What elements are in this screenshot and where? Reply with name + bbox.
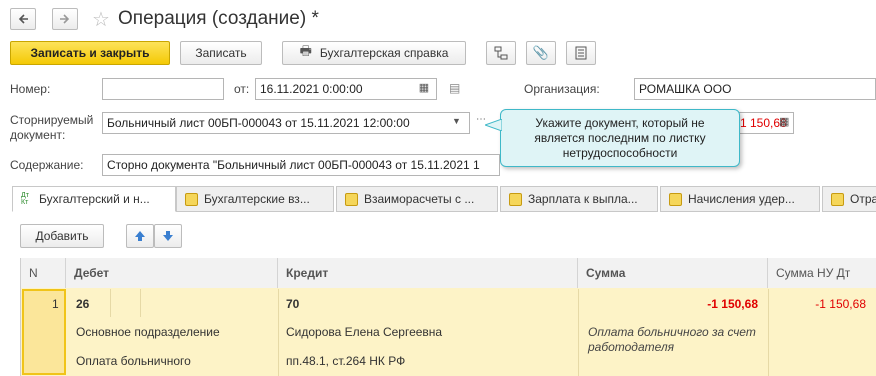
forward-button[interactable] <box>52 8 78 30</box>
move-up-button[interactable] <box>126 224 154 248</box>
save-and-close-button[interactable]: Записать и закрыть <box>10 41 170 65</box>
sum-value[interactable]: -1 150,68 <box>707 297 758 311</box>
register-icon <box>345 192 358 206</box>
row-number: 1 <box>52 297 59 311</box>
column-header-n[interactable]: N <box>21 258 66 288</box>
date-field[interactable]: 16.11.2021 0:00:00 <box>255 78 437 100</box>
tab-label: Взаиморасчеты с ... <box>364 192 475 206</box>
tooltip-text: Укажите документ, который не является по… <box>534 115 706 160</box>
favorite-star-icon[interactable]: ☆ <box>92 7 110 32</box>
tab-label: Отра <box>850 192 876 206</box>
page-title: Операция (создание) * <box>118 8 319 29</box>
save-button[interactable]: Записать <box>180 41 262 65</box>
structure-button[interactable] <box>486 41 516 65</box>
tab-label: Бухгалтерские вз... <box>204 192 310 206</box>
row-divider-nu <box>768 289 769 376</box>
register-icon <box>509 192 522 206</box>
validation-tooltip: Укажите документ, который не является по… <box>500 109 740 167</box>
row-divider-debit <box>110 289 111 317</box>
number-field[interactable] <box>102 78 224 100</box>
content-label: Содержание: <box>10 158 84 172</box>
storno-label-line2: документ: <box>10 128 66 142</box>
document-list-icon <box>575 46 587 60</box>
arrow-down-icon <box>163 231 173 241</box>
calculator-icon[interactable]: ▦ <box>779 115 789 128</box>
tab-reflection[interactable]: Отра <box>822 186 876 212</box>
arrow-left-icon <box>18 14 28 24</box>
debit-subconto-2[interactable]: Оплата больничного <box>76 354 191 368</box>
debit-account[interactable]: 26 <box>76 297 89 311</box>
content-field[interactable]: Сторно документа "Больничный лист 00БП-0… <box>102 154 500 176</box>
tab-accruals[interactable]: Начисления удер... <box>660 186 820 212</box>
date-from-label: от: <box>234 82 250 96</box>
arrow-up-icon <box>135 231 145 241</box>
tab-label: Начисления удер... <box>688 192 795 206</box>
register-icon <box>185 192 198 206</box>
column-header-sum[interactable]: Сумма <box>578 258 768 288</box>
arrow-right-icon <box>60 14 70 24</box>
column-header-debit[interactable]: Дебет <box>66 258 278 288</box>
organization-label: Организация: <box>524 82 600 96</box>
debit-credit-icon: Дт Кт <box>21 192 29 206</box>
tab-accounting-settlements[interactable]: Бухгалтерские вз... <box>176 186 334 212</box>
row-divider-debit-2 <box>140 289 141 317</box>
sum-nu-value[interactable]: -1 150,68 <box>815 297 866 311</box>
row-number-cell[interactable] <box>22 289 66 375</box>
row-divider-credit <box>278 289 279 376</box>
calendar-icon[interactable]: ▦ <box>417 81 431 95</box>
credit-account[interactable]: 70 <box>286 297 299 311</box>
tab-accounting[interactable]: Дт Кт Бухгалтерский и н... <box>12 186 176 212</box>
chevron-down-icon[interactable]: ▼ <box>452 116 461 126</box>
storno-label-line1: Сторнируемый <box>10 113 94 127</box>
column-header-sum-nu[interactable]: Сумма НУ Дт <box>768 258 876 288</box>
tooltip-arrow <box>485 119 502 131</box>
paperclip-icon: 📎 <box>532 45 550 60</box>
tab-settlements[interactable]: Взаиморасчеты с ... <box>336 186 498 212</box>
register-icon <box>831 192 844 206</box>
report-button-label: Бухгалтерская справка <box>319 46 449 60</box>
back-button[interactable] <box>10 8 36 30</box>
tab-label: Зарплата к выпла... <box>528 192 638 206</box>
posting-content[interactable]: Оплата больничного за счет работодателя <box>588 325 758 355</box>
tab-salary-payment[interactable]: Зарплата к выпла... <box>500 186 658 212</box>
row-divider-sum <box>578 289 579 376</box>
credit-subconto-1[interactable]: Сидорова Елена Сергеевна <box>286 325 442 339</box>
debit-subconto-1[interactable]: Основное подразделение <box>76 325 220 339</box>
tab-accounting-label: Бухгалтерский и н... <box>39 192 150 206</box>
storno-document-field[interactable]: Больничный лист 00БП-000043 от 15.11.202… <box>102 112 470 134</box>
add-button[interactable]: Добавить <box>20 224 104 248</box>
organization-field[interactable]: РОМАШКА ООО <box>634 78 876 100</box>
number-label: Номер: <box>10 82 51 96</box>
column-header-credit[interactable]: Кредит <box>278 258 578 288</box>
document-list-button[interactable] <box>566 41 596 65</box>
credit-subconto-2[interactable]: пп.48.1, ст.264 НК РФ <box>286 354 405 368</box>
structure-icon <box>494 46 508 60</box>
comment-icon[interactable]: ▤ <box>449 81 460 95</box>
report-button[interactable]: 🖶 Бухгалтерская справка <box>282 41 466 65</box>
printer-icon: 🖶 <box>299 43 312 58</box>
attach-button[interactable]: 📎 <box>526 41 556 65</box>
register-icon <box>669 192 682 206</box>
move-down-button[interactable] <box>154 224 182 248</box>
